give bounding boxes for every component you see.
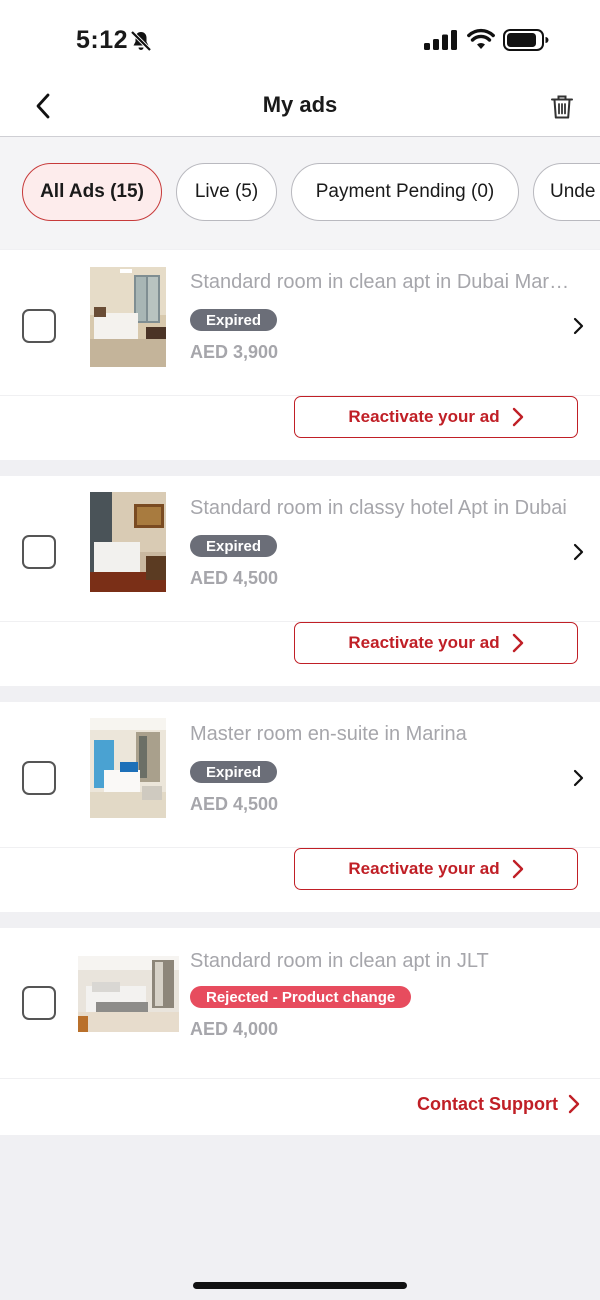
- ad-thumbnail: [78, 956, 179, 1032]
- navigation-bar: My ads: [0, 78, 600, 137]
- ad-card-row[interactable]: Standard room in clean apt in Dubai Mari…: [0, 250, 600, 395]
- ad-card: Standard room in clean apt in JLT Reject…: [0, 928, 600, 1135]
- chevron-right-icon: [573, 317, 584, 335]
- reactivate-ad-button[interactable]: Reactivate your ad: [294, 848, 578, 890]
- bell-muted-icon: [130, 30, 152, 52]
- ad-thumbnail: [90, 718, 166, 818]
- ad-price: AED 4,500: [190, 794, 279, 814]
- reactivate-ad-label: Reactivate your ad: [348, 407, 500, 426]
- contact-support-link[interactable]: Contact Support: [380, 1087, 580, 1121]
- ad-title: Master room en-suite in Marina: [190, 723, 467, 745]
- ad-card-row[interactable]: Master room en-suite in Marina Expired A…: [0, 702, 600, 847]
- filter-chip-all-ads[interactable]: All Ads (15): [22, 163, 162, 221]
- ad-price: AED 4,500: [190, 568, 279, 588]
- ad-card: Standard room in classy hotel Apt in Dub…: [0, 476, 600, 686]
- ad-card: Master room en-suite in Marina Expired A…: [0, 702, 600, 912]
- page-title: My ads: [262, 92, 338, 117]
- ad-select-checkbox[interactable]: [22, 535, 56, 569]
- filter-chip-under-review[interactable]: Unde: [533, 163, 600, 221]
- filter-chip-bar: All Ads (15) Live (5) Payment Pending (0…: [0, 137, 600, 249]
- reactivate-ad-label: Reactivate your ad: [348, 859, 500, 878]
- status-badge: Expired: [190, 535, 278, 557]
- reactivate-ad-button[interactable]: Reactivate your ad: [294, 622, 578, 664]
- reactivate-ad-label: Reactivate your ad: [348, 633, 500, 652]
- ad-title: Standard room in clean apt in JLT: [190, 950, 489, 972]
- filter-chip-live[interactable]: Live (5): [176, 163, 277, 221]
- home-indicator: [193, 1282, 407, 1289]
- status-badge: Expired: [190, 309, 278, 331]
- ad-select-checkbox[interactable]: [22, 309, 56, 343]
- battery-icon: [503, 29, 549, 51]
- chevron-right-icon: [512, 859, 523, 879]
- status-badge: Rejected - Product change: [190, 986, 412, 1008]
- reactivate-ad-button[interactable]: Reactivate your ad: [294, 396, 578, 438]
- chevron-right-icon: [568, 1094, 580, 1114]
- ad-title: Standard room in clean apt in Dubai Mari…: [190, 271, 570, 293]
- chevron-right-icon: [512, 633, 523, 653]
- ad-thumbnail: [90, 492, 166, 592]
- trash-icon: [551, 95, 573, 119]
- contact-support-label: Contact Support: [417, 1093, 558, 1114]
- delete-button[interactable]: [546, 91, 578, 123]
- divider: [0, 1078, 600, 1079]
- chevron-right-icon: [512, 407, 523, 427]
- chevron-right-icon: [573, 769, 584, 787]
- ad-title: Standard room in classy hotel Apt in Dub…: [190, 497, 567, 519]
- status-badge: Expired: [190, 761, 278, 783]
- ad-select-checkbox[interactable]: [22, 761, 56, 795]
- status-time: 5:12: [76, 26, 129, 54]
- ad-select-checkbox[interactable]: [22, 986, 56, 1020]
- wifi-icon: [467, 28, 495, 49]
- cellular-signal-icon: [424, 30, 457, 50]
- ad-thumbnail: [90, 267, 166, 367]
- ad-price: AED 3,900: [190, 342, 279, 362]
- chevron-right-icon: [573, 543, 584, 561]
- ad-price: AED 4,000: [190, 1019, 279, 1039]
- ad-card: Standard room in clean apt in Dubai Mari…: [0, 250, 600, 460]
- filter-chip-payment-pending[interactable]: Payment Pending (0): [291, 163, 519, 221]
- ad-card-row[interactable]: Standard room in clean apt in JLT Reject…: [0, 928, 600, 1078]
- status-bar: 5:12: [0, 0, 600, 78]
- ad-card-row[interactable]: Standard room in classy hotel Apt in Dub…: [0, 476, 600, 621]
